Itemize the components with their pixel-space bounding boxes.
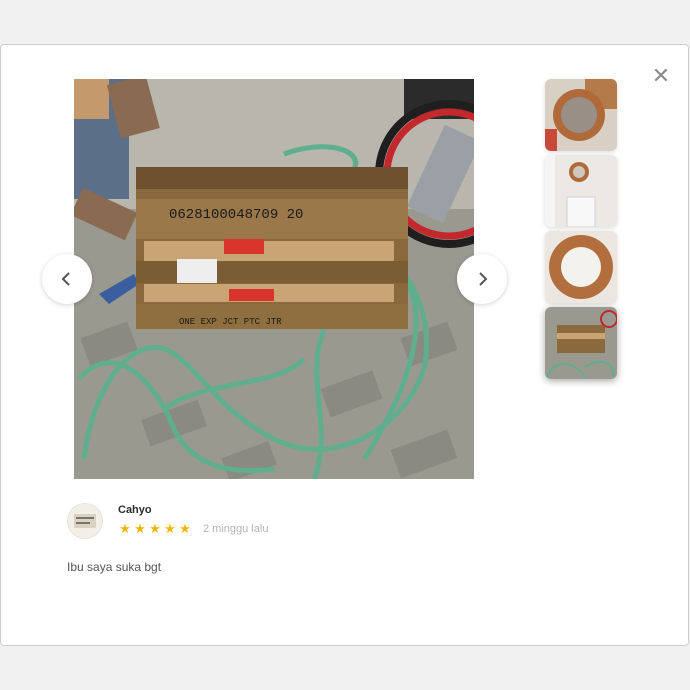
- next-photo-button[interactable]: [457, 254, 507, 304]
- review-media-modal: ✕ 0628100048709 20 ONE EXP JCT PTC JTR C…: [0, 44, 689, 646]
- review-timestamp: 2 minggu lalu: [203, 523, 269, 535]
- main-review-photo: 0628100048709 20 ONE EXP JCT PTC JTR: [74, 79, 474, 479]
- thumbnail-1[interactable]: [545, 79, 617, 151]
- star-icon: ★: [149, 521, 161, 536]
- close-icon: ✕: [651, 63, 671, 88]
- star-icon: ★: [119, 521, 131, 536]
- previous-photo-button[interactable]: [42, 254, 92, 304]
- review-header: Cahyo ★ ★ ★ ★ ★ 2 minggu lalu: [67, 503, 467, 543]
- thumbnail-3[interactable]: [545, 231, 617, 303]
- close-button[interactable]: ✕: [649, 65, 673, 89]
- review-text: Ibu saya suka bgt: [67, 560, 162, 574]
- chevron-right-icon: [479, 272, 488, 286]
- thumbnail-list: [545, 79, 618, 383]
- thumbnail-4[interactable]: [545, 307, 617, 379]
- star-rating: ★ ★ ★ ★ ★: [118, 522, 193, 536]
- chevron-left-icon: [61, 272, 70, 286]
- crate-marks: ONE EXP JCT PTC JTR: [179, 317, 282, 327]
- crate-handwritten-number: 0628100048709 20: [169, 207, 303, 223]
- thumbnail-2[interactable]: [545, 155, 617, 227]
- avatar: [67, 503, 103, 539]
- star-icon: ★: [164, 521, 176, 536]
- reviewer-name: Cahyo: [118, 504, 152, 516]
- star-icon: ★: [134, 521, 146, 536]
- star-icon: ★: [179, 521, 191, 536]
